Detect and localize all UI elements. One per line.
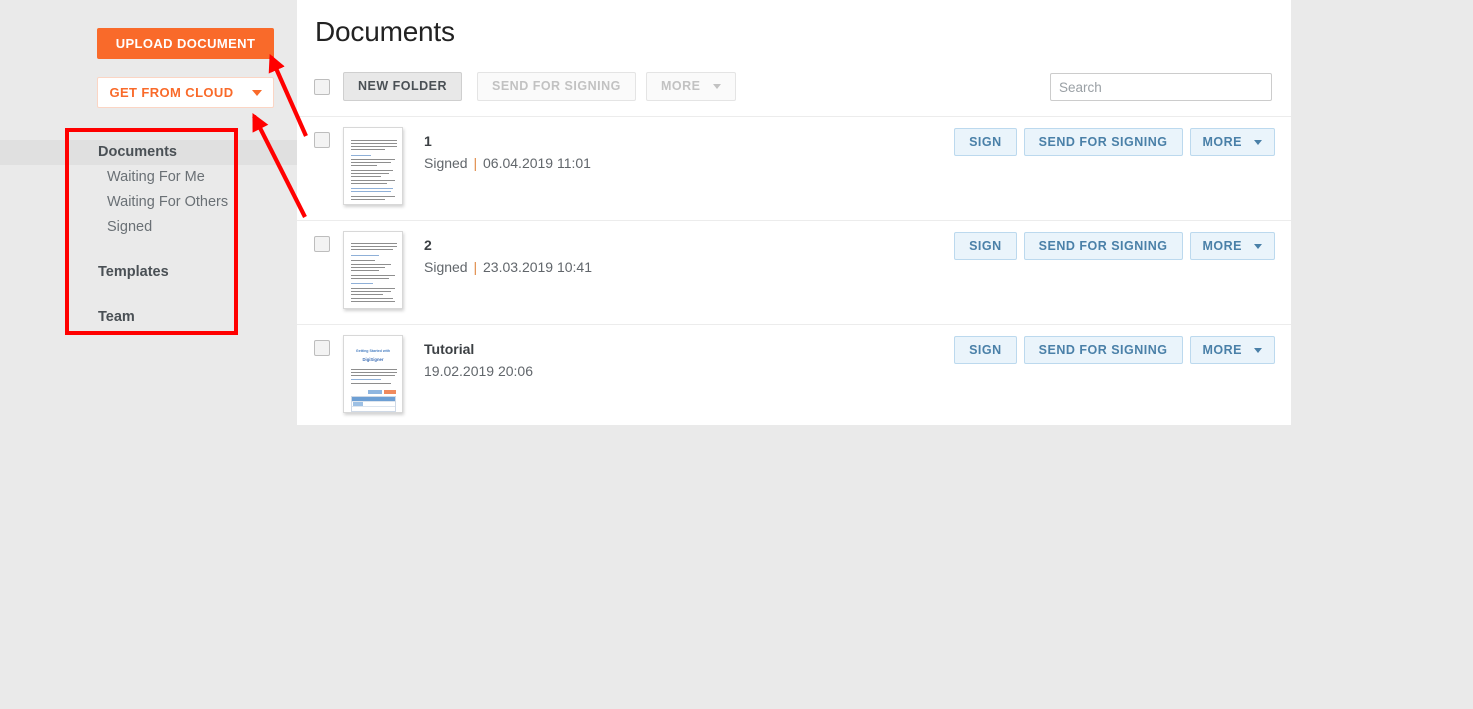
row-more-label: MORE <box>1203 129 1243 155</box>
chevron-down-icon <box>1254 140 1262 145</box>
get-from-cloud-button[interactable]: GET FROM CLOUD <box>97 77 274 108</box>
thumbnail-brand: DigiSigner <box>344 357 402 362</box>
row-checkbox-wrap <box>314 236 330 252</box>
row-checkbox-wrap <box>314 132 330 148</box>
document-timestamp: 23.03.2019 10:41 <box>483 259 592 275</box>
document-status: Signed <box>424 155 468 171</box>
document-thumbnail[interactable] <box>343 231 403 309</box>
main-panel: Documents NEW FOLDER SEND FOR SIGNING MO… <box>297 0 1291 425</box>
document-timestamp: 06.04.2019 11:01 <box>483 155 591 171</box>
row-checkbox[interactable] <box>314 132 330 148</box>
row-actions: SIGN SEND FOR SIGNING MORE <box>954 232 1275 260</box>
meta-separator: | <box>471 259 479 275</box>
document-status: Signed <box>424 259 468 275</box>
document-list: 1 Signed | 06.04.2019 11:01 SIGN SEND FO… <box>297 116 1291 428</box>
document-meta: Signed | 06.04.2019 11:01 <box>424 155 591 171</box>
send-for-signing-button[interactable]: SEND FOR SIGNING <box>1024 232 1183 260</box>
send-for-signing-button[interactable]: SEND FOR SIGNING <box>1024 128 1183 156</box>
chevron-down-icon <box>1254 348 1262 353</box>
document-thumbnail[interactable]: Getting Started with DigiSigner <box>343 335 403 413</box>
document-meta: Signed | 23.03.2019 10:41 <box>424 259 592 275</box>
toolbar: NEW FOLDER SEND FOR SIGNING MORE <box>297 70 1291 116</box>
sign-button[interactable]: SIGN <box>954 128 1017 156</box>
document-timestamp: 19.02.2019 20:06 <box>424 363 533 379</box>
row-checkbox[interactable] <box>314 236 330 252</box>
chevron-down-icon <box>1254 244 1262 249</box>
sign-button[interactable]: SIGN <box>954 232 1017 260</box>
row-more-label: MORE <box>1203 337 1243 363</box>
select-all-checkbox[interactable] <box>314 79 330 95</box>
page-title: Documents <box>315 16 455 48</box>
search-input[interactable] <box>1050 73 1272 101</box>
document-meta: 19.02.2019 20:06 <box>424 363 533 379</box>
row-more-button[interactable]: MORE <box>1190 128 1276 156</box>
row-more-button[interactable]: MORE <box>1190 232 1276 260</box>
row-more-button[interactable]: MORE <box>1190 336 1276 364</box>
document-name: 1 <box>424 133 432 149</box>
sidebar: UPLOAD DOCUMENT GET FROM CLOUD Documents… <box>0 0 297 709</box>
send-for-signing-button[interactable]: SEND FOR SIGNING <box>477 72 636 101</box>
thumbnail-title: Getting Started with <box>344 349 402 353</box>
more-button[interactable]: MORE <box>646 72 736 101</box>
table-row[interactable]: 2 Signed | 23.03.2019 10:41 SIGN SEND FO… <box>297 220 1291 324</box>
row-actions: SIGN SEND FOR SIGNING MORE <box>954 336 1275 364</box>
chevron-down-icon <box>713 84 721 89</box>
get-from-cloud-label: GET FROM CLOUD <box>109 85 233 100</box>
more-button-label: MORE <box>661 73 701 100</box>
row-actions: SIGN SEND FOR SIGNING MORE <box>954 128 1275 156</box>
row-checkbox[interactable] <box>314 340 330 356</box>
table-row[interactable]: 1 Signed | 06.04.2019 11:01 SIGN SEND FO… <box>297 116 1291 220</box>
sign-button[interactable]: SIGN <box>954 336 1017 364</box>
document-name: 2 <box>424 237 432 253</box>
new-folder-button[interactable]: NEW FOLDER <box>343 72 462 101</box>
send-for-signing-button[interactable]: SEND FOR SIGNING <box>1024 336 1183 364</box>
chevron-down-icon <box>252 90 262 96</box>
annotation-box-nav <box>65 128 238 335</box>
upload-document-button[interactable]: UPLOAD DOCUMENT <box>97 28 274 59</box>
meta-separator: | <box>471 155 479 171</box>
row-more-label: MORE <box>1203 233 1243 259</box>
row-checkbox-wrap <box>314 340 330 356</box>
document-thumbnail[interactable] <box>343 127 403 205</box>
document-name: Tutorial <box>424 341 474 357</box>
select-all-checkbox-wrap <box>314 79 330 95</box>
table-row[interactable]: Getting Started with DigiSigner Tutorial <box>297 324 1291 428</box>
